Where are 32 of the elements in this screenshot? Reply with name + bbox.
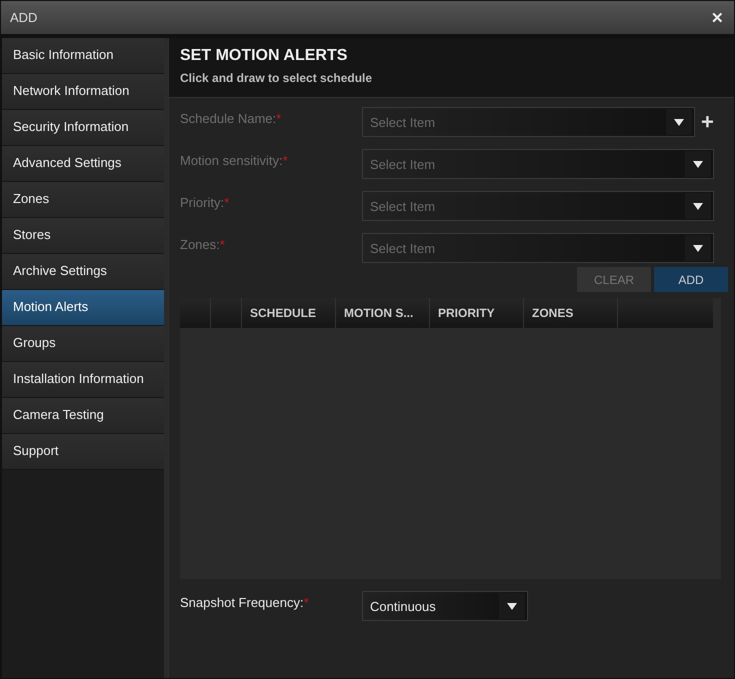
caret-icon [674,118,684,126]
column-header: SCHEDULE [242,298,336,328]
section-title: SET MOTION ALERTS [180,47,348,65]
caret-icon [693,202,703,210]
sidebar-item[interactable]: Security Information [2,110,164,146]
field-label: Zones:* [180,236,226,252]
sidebar-item[interactable]: Zones [2,182,164,218]
sidebar-item[interactable]: Installation Information [2,362,164,398]
window-title: ADD [10,10,38,25]
close-button[interactable]: ✕ [709,8,726,26]
caret-icon [693,244,703,252]
field-label: Schedule Name:* [180,110,282,126]
dropdown[interactable]: Continuous [362,591,528,621]
caret-icon [507,602,517,610]
sidebar-item[interactable]: Groups [2,326,164,362]
field-label: Snapshot Frequency:* [180,594,310,610]
sidebar-item[interactable]: Basic Information [2,38,164,74]
field-label: Motion sensitivity:* [180,152,289,168]
add-button[interactable]: ADD [654,267,728,292]
sidebar-item[interactable]: Camera Testing [2,398,164,434]
sidebar-item[interactable]: Advanced Settings [2,146,164,182]
column-header: MOTION S... [336,298,430,328]
caret-icon [693,160,703,168]
column-header: ZONES [524,298,618,328]
sidebar-item[interactable]: Network Information [2,74,164,110]
field-label: Priority:* [180,194,230,210]
sidebar-item[interactable]: Support [2,434,164,470]
sidebar-item[interactable]: Motion Alerts [2,290,164,326]
sidebar-item[interactable]: Archive Settings [2,254,164,290]
column-header: PRIORITY [430,298,524,328]
sidebar-item[interactable]: Stores [2,218,164,254]
section-subtitle: Click and draw to select schedule [180,71,374,85]
